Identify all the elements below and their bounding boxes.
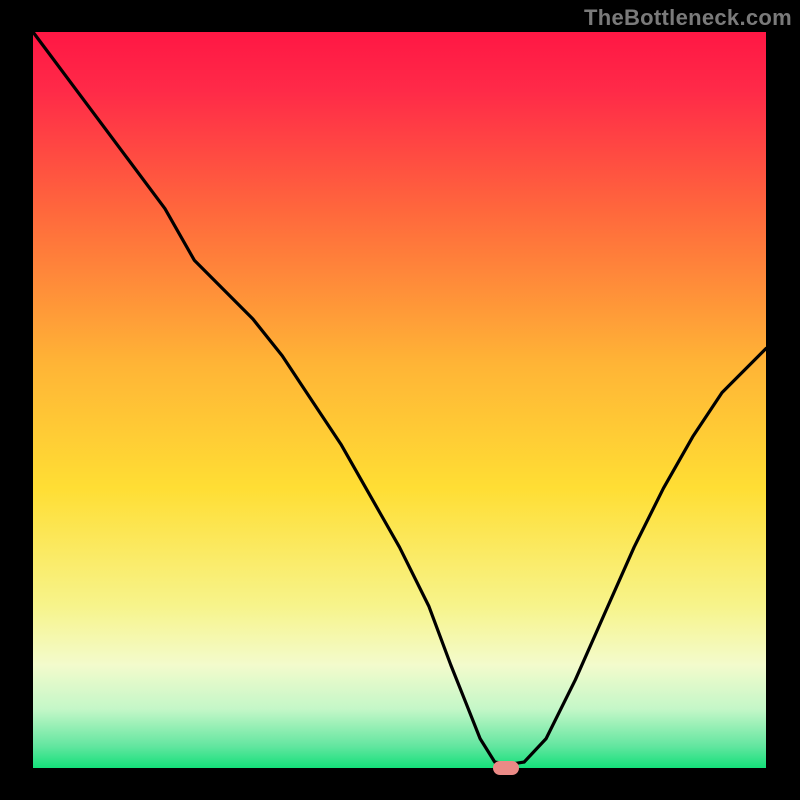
plot-area <box>33 32 766 768</box>
watermark-text: TheBottleneck.com <box>584 5 792 31</box>
chart-svg <box>0 0 800 800</box>
optimum-marker <box>493 761 519 775</box>
chart-container: TheBottleneck.com <box>0 0 800 800</box>
